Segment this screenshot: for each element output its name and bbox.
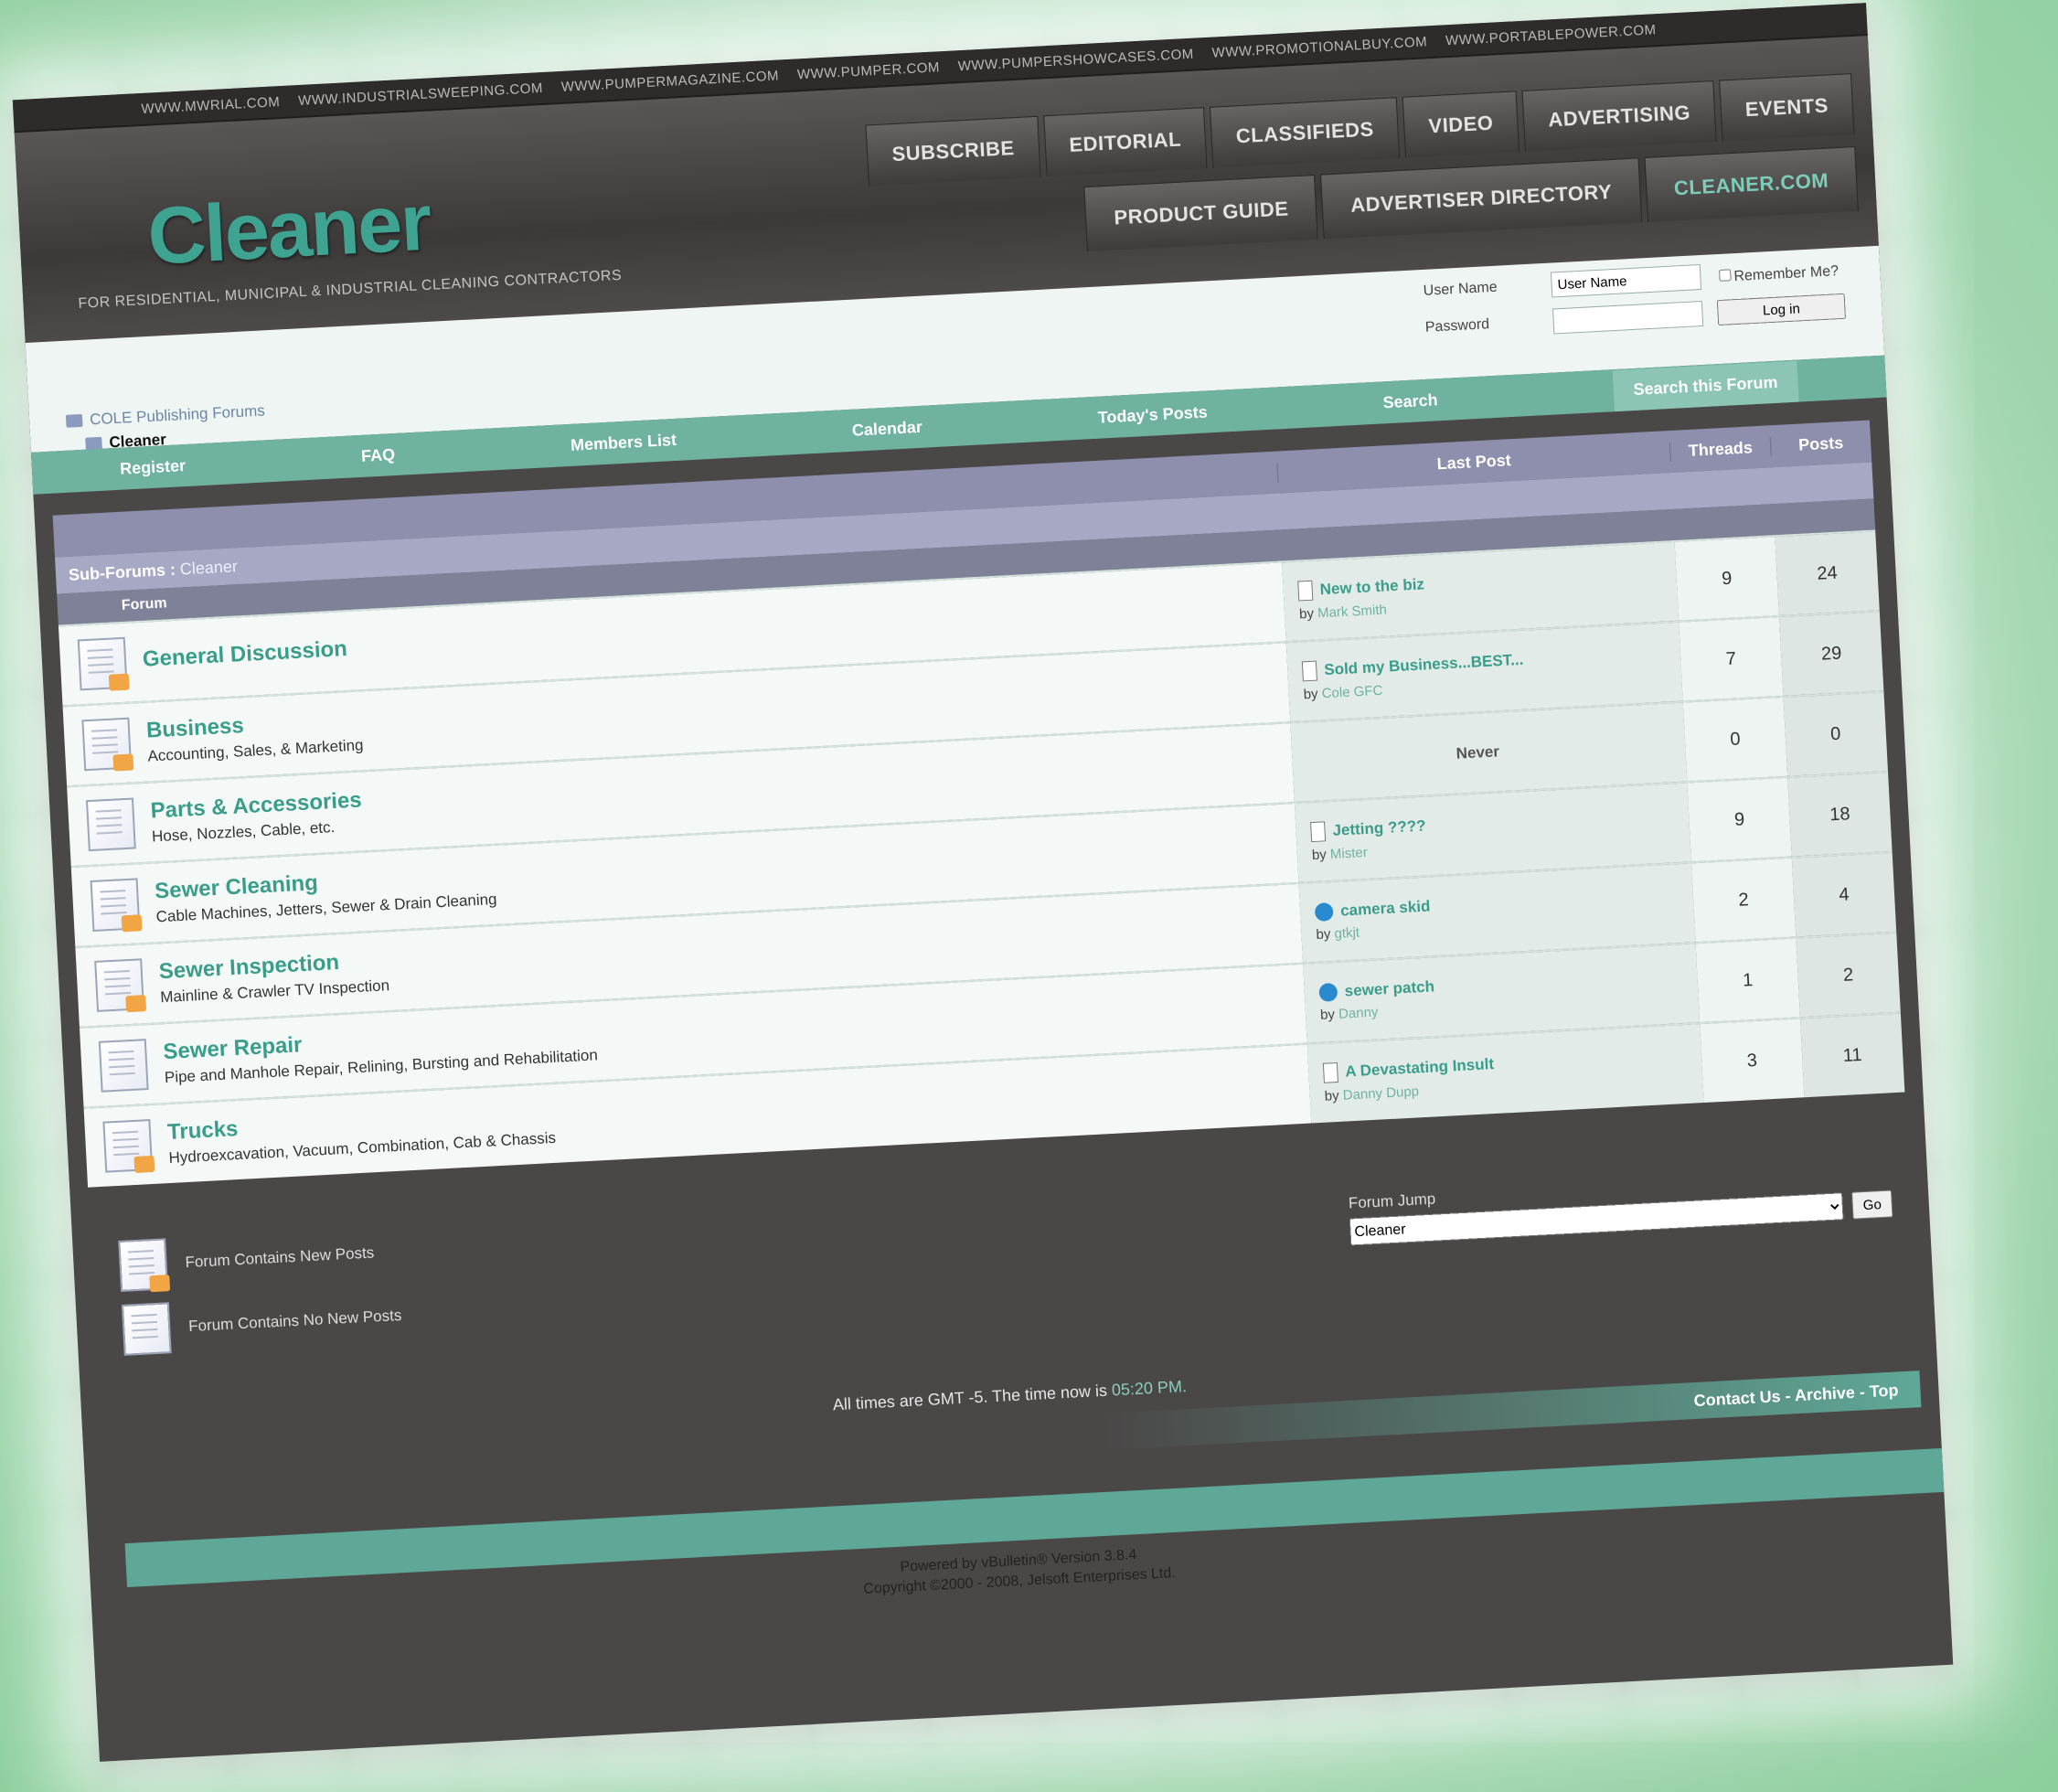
post-icon <box>1310 820 1327 842</box>
tab-advertiser-directory[interactable]: ADVERTISER DIRECTORY <box>1320 157 1642 240</box>
forum-table: Last Post Threads Posts Sub-Forums : Cle… <box>52 420 1905 1188</box>
remember-me[interactable]: Remember Me? <box>1715 260 1844 285</box>
site-link[interactable]: WWW.PUMPERSHOWCASES.COM <box>957 46 1194 73</box>
last-post-title-text[interactable]: New to the biz <box>1319 575 1424 599</box>
footer-controls: Forum Contains New Posts Forum Contains … <box>90 1128 1917 1424</box>
legend-no-new-label: Forum Contains No New Posts <box>187 1306 402 1336</box>
forum-jump-go-button[interactable]: Go <box>1851 1189 1893 1220</box>
forum-screenshot: WWW.MWRIAL.COM WWW.INDUSTRIALSWEEPING.CO… <box>12 3 1954 1762</box>
last-post-author[interactable]: Mark Smith <box>1317 602 1388 621</box>
site-link[interactable]: WWW.PUMPERMAGAZINE.COM <box>560 68 779 94</box>
forum-no-new-posts-icon <box>85 797 136 852</box>
last-post-title-text[interactable]: A Devastating Insult <box>1345 1055 1495 1081</box>
legend-new: Forum Contains New Posts <box>118 1226 400 1292</box>
username-input[interactable] <box>1550 264 1702 298</box>
last-post-never: Never <box>1456 742 1500 763</box>
tab-subscribe[interactable]: SUBSCRIBE <box>865 115 1041 187</box>
threads-count: 3 <box>1700 1019 1805 1104</box>
remember-me-checkbox[interactable] <box>1719 268 1732 282</box>
login-button[interactable]: Log in <box>1716 293 1847 326</box>
last-post-author[interactable]: Danny Dupp <box>1342 1083 1419 1103</box>
forum-new-posts-icon <box>118 1238 169 1292</box>
forum-new-posts-icon <box>77 636 128 691</box>
last-post-author[interactable]: gtkjt <box>1334 924 1360 941</box>
header-threads: Threads <box>1669 436 1771 462</box>
posts-count: 24 <box>1775 531 1880 616</box>
header-posts: Posts <box>1769 432 1871 456</box>
forum-jump: Forum Jump Cleaner Go <box>1348 1166 1893 1246</box>
threads-count: 9 <box>1674 537 1779 621</box>
forum-new-posts-icon <box>81 717 133 772</box>
threads-count: 0 <box>1682 697 1788 782</box>
posts-count: 0 <box>1783 692 1888 776</box>
threads-count: 2 <box>1690 858 1797 943</box>
forum-no-new-posts-icon <box>121 1302 172 1356</box>
site-link[interactable]: WWW.PORTABLEPOWER.COM <box>1445 22 1657 48</box>
time-now: 05:20 PM. <box>1111 1377 1188 1400</box>
forum-new-posts-icon <box>102 1119 154 1173</box>
post-icon <box>1322 1061 1338 1083</box>
last-post-author[interactable]: Mister <box>1329 844 1368 861</box>
nav-faq[interactable]: FAQ <box>361 445 396 466</box>
tab-advertising[interactable]: ADVERTISING <box>1521 80 1717 152</box>
threads-count: 1 <box>1695 938 1800 1023</box>
icon-legend: Forum Contains New Posts Forum Contains … <box>118 1226 403 1369</box>
login-form: User Name Remember Me? Password Log in <box>1423 257 1847 341</box>
posts-count: 4 <box>1791 852 1897 937</box>
breadcrumb-root-label[interactable]: COLE Publishing Forums <box>90 401 266 429</box>
nav-members-list[interactable]: Members List <box>570 430 677 454</box>
forum-new-posts-icon <box>90 878 141 933</box>
last-post-title-text[interactable]: Jetting ???? <box>1332 816 1426 839</box>
question-post-icon <box>1314 901 1334 922</box>
legend-new-label: Forum Contains New Posts <box>185 1243 375 1272</box>
tab-video[interactable]: VIDEO <box>1402 91 1520 158</box>
nav-calendar[interactable]: Calendar <box>851 417 922 440</box>
site-link[interactable]: WWW.INDUSTRIALSWEEPING.COM <box>298 80 544 109</box>
posts-count: 11 <box>1800 1013 1905 1098</box>
nav-register[interactable]: Register <box>120 456 187 479</box>
site-link[interactable]: WWW.PROMOTIONALBUY.COM <box>1211 34 1427 60</box>
threads-count: 7 <box>1679 617 1784 701</box>
folder-icon <box>65 413 83 428</box>
site-link[interactable]: WWW.PUMPER.COM <box>797 59 941 82</box>
last-post-author[interactable]: Danny <box>1338 1004 1379 1021</box>
tab-events[interactable]: EVENTS <box>1719 73 1855 142</box>
posts-count: 18 <box>1787 773 1893 857</box>
nav-search[interactable]: Search <box>1382 390 1438 412</box>
cleaner-logo[interactable]: Cleaner <box>145 176 432 283</box>
forum-no-new-posts-icon <box>98 1039 149 1093</box>
remember-me-label: Remember Me? <box>1733 262 1839 284</box>
forum-name[interactable]: General Discussion <box>142 636 347 673</box>
forum-new-posts-icon <box>94 958 145 1012</box>
username-label: User Name <box>1423 279 1498 299</box>
subforums-current: Cleaner <box>179 556 239 578</box>
threads-count: 9 <box>1687 777 1792 862</box>
password-input[interactable] <box>1552 300 1704 335</box>
last-post-title-text[interactable]: sewer patch <box>1344 977 1434 1000</box>
posts-count: 2 <box>1796 933 1901 1018</box>
time-info-text: All times are GMT -5. The time now is <box>832 1381 1108 1414</box>
tab-product-guide[interactable]: PRODUCT GUIDE <box>1083 174 1319 252</box>
post-icon <box>1301 660 1317 681</box>
tab-cleaner-com[interactable]: CLEANER.COM <box>1644 145 1859 222</box>
search-this-forum-button[interactable]: Search this Forum <box>1612 360 1799 411</box>
subforums-label: Sub-Forums <box>68 560 166 584</box>
tab-classifieds[interactable]: CLASSIFIEDS <box>1210 97 1401 168</box>
tab-editorial[interactable]: EDITORIAL <box>1042 107 1208 177</box>
question-post-icon <box>1318 982 1338 1002</box>
legend-no-new: Forum Contains No New Posts <box>121 1290 403 1356</box>
posts-count: 29 <box>1779 612 1884 696</box>
site-link[interactable]: WWW.MWRIAL.COM <box>141 94 281 117</box>
last-post-title-text[interactable]: camera skid <box>1340 897 1431 920</box>
password-label: Password <box>1424 316 1490 336</box>
nav-todays-posts[interactable]: Today's Posts <box>1097 402 1208 427</box>
post-icon <box>1297 580 1314 602</box>
last-post-author[interactable]: Cole GFC <box>1321 682 1382 700</box>
last-post-title-text[interactable]: Sold my Business...BEST... <box>1324 650 1524 678</box>
